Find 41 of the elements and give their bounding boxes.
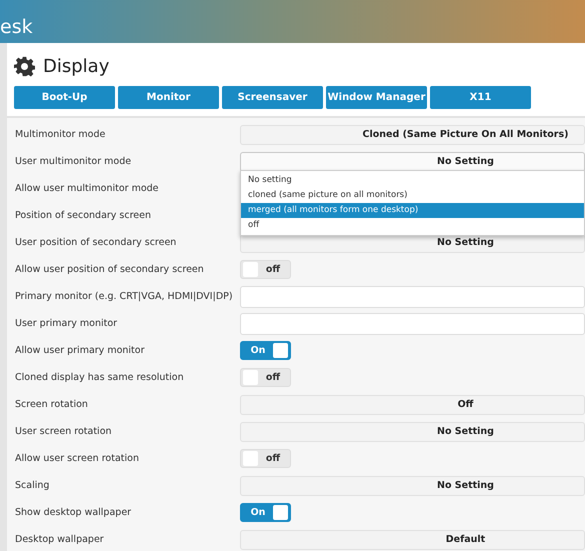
setting-label: Allow user screen rotation <box>15 453 140 464</box>
dropdown[interactable]: Cloned (Same Picture On All Monitors) <box>240 124 585 144</box>
setting-label: User multimonitor mode <box>15 156 132 167</box>
dropdown[interactable]: No Setting <box>240 422 585 442</box>
dropdown[interactable]: No Setting <box>240 476 585 496</box>
toggle-switch[interactable]: On <box>240 341 291 360</box>
setting-label: Scaling <box>15 480 50 491</box>
setting-label: Allow user multimonitor mode <box>15 183 160 194</box>
toggle-switch[interactable]: On <box>240 503 291 522</box>
setting-label: User position of secondary screen <box>15 237 178 248</box>
toggle-switch[interactable]: off <box>240 260 291 279</box>
setting-label: Multimonitor mode <box>15 129 106 140</box>
setting-label: Primary monitor (e.g. CRT|VGA, HDMI|DVI|DP) <box>15 291 234 302</box>
menu-item[interactable]: No setting <box>241 172 584 188</box>
tab[interactable]: Screensaver <box>222 86 323 109</box>
tab[interactable]: Window Manager <box>326 86 427 109</box>
menu-item[interactable]: merged (all monitors form one desktop) <box>241 202 584 218</box>
settings-icon <box>14 56 35 76</box>
setting-label: Show desktop wallpaper <box>15 507 132 518</box>
tab[interactable]: X11 <box>430 86 531 109</box>
setting-label: Position of secondary screen <box>15 210 152 221</box>
page-title: Display <box>43 56 110 76</box>
setting-label: Allow user primary monitor <box>15 345 146 356</box>
toggle-switch[interactable]: off <box>240 368 291 387</box>
dropdown[interactable]: No Setting <box>240 152 585 172</box>
toggle-switch[interactable]: off <box>240 449 291 468</box>
dropdown[interactable]: Default <box>240 530 585 550</box>
setting-label: User primary monitor <box>15 318 118 329</box>
setting-label: Cloned display has same resolution <box>15 372 185 383</box>
setting-label: User screen rotation <box>15 426 113 437</box>
input-field[interactable] <box>240 286 585 308</box>
setting-label: Allow user position of secondary screen <box>15 264 205 275</box>
setting-label: Desktop wallpaper <box>15 534 105 545</box>
dropdown[interactable]: Off <box>240 394 585 414</box>
tab[interactable]: Monitor <box>118 86 219 109</box>
app-title: esk <box>0 16 33 38</box>
menu-item[interactable]: cloned (same picture on all monitors) <box>241 188 584 202</box>
setting-label: Screen rotation <box>15 399 89 410</box>
input-field[interactable] <box>240 312 585 334</box>
menu-item[interactable]: off <box>241 218 584 232</box>
tab[interactable]: Boot-Up <box>14 86 115 109</box>
